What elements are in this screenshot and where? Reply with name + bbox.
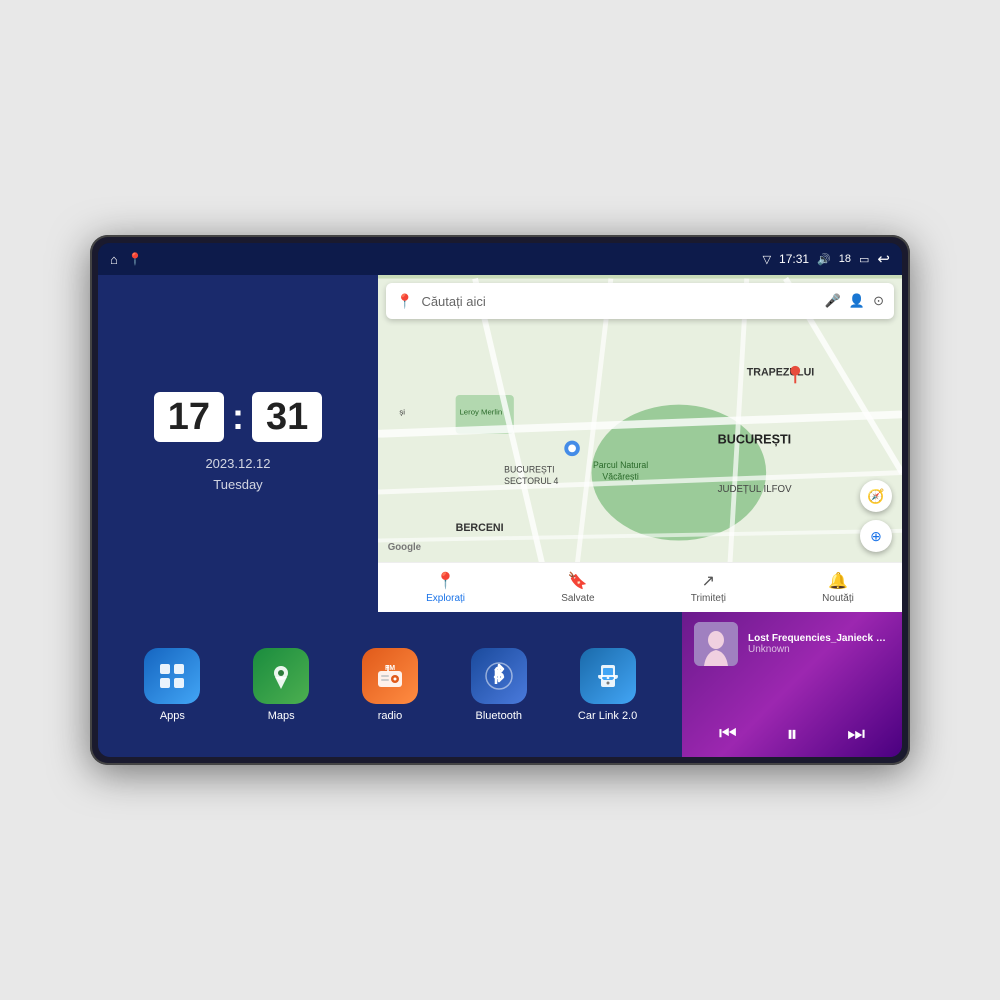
svg-text:FM: FM [385, 665, 395, 672]
bluetooth-icon: β [484, 661, 514, 691]
apps-section: Apps Maps [98, 612, 682, 757]
location-button[interactable]: ⊕ [860, 520, 892, 552]
music-info-row: Lost Frequencies_Janieck Devy-... Unknow… [694, 622, 890, 666]
apps-label: Apps [160, 710, 185, 722]
music-title: Lost Frequencies_Janieck Devy-... [748, 633, 890, 644]
map-search-text[interactable]: Căutați aici [421, 294, 816, 309]
clock-date-value: 2023.12.12 [205, 454, 270, 475]
volume-icon: 🔊 [817, 253, 831, 266]
main-content: 17 : 31 2023.12.12 Tuesday [98, 275, 902, 757]
svg-text:Văcărești: Văcărești [602, 471, 638, 481]
radio-icon: FM [375, 661, 405, 691]
clock-colon: : [232, 396, 244, 438]
radio-icon-wrapper: FM [362, 648, 418, 704]
app-item-apps[interactable]: Apps [140, 648, 205, 722]
status-right-info: ▽ 17:31 🔊 18 ▭ ↩ [763, 250, 890, 268]
app-item-carlink[interactable]: Car Link 2.0 [575, 648, 640, 722]
music-controls: ⏮ ⏸ ⏭ [694, 721, 890, 747]
send-icon: ↗ [702, 571, 715, 591]
radio-label: radio [378, 710, 402, 722]
top-row: 17 : 31 2023.12.12 Tuesday [98, 275, 902, 612]
bluetooth-label: Bluetooth [476, 710, 522, 722]
svg-text:SECTORUL 4: SECTORUL 4 [504, 476, 558, 486]
carlink-icon-wrapper [580, 648, 636, 704]
map-nav-explore[interactable]: 📍 Explorați [426, 571, 465, 604]
status-bar: ⌂ 📍 ▽ 17:31 🔊 18 ▭ ↩ [98, 243, 902, 275]
status-time: 17:31 [779, 252, 809, 266]
svg-text:Google: Google [388, 542, 422, 553]
map-background: TRAPEZULUI BUCUREȘTI JUDEȚUL ILFOV BERCE… [378, 275, 902, 612]
signal-icon: ▽ [763, 253, 771, 266]
music-next-button[interactable]: ⏭ [847, 723, 865, 746]
account-icon[interactable]: 👤 [849, 293, 865, 309]
clock-display: 17 : 31 [154, 392, 323, 442]
music-artist: Unknown [748, 644, 890, 655]
map-search-right: 🎤 👤 ⊙ [825, 293, 884, 309]
layer-icon[interactable]: ⊙ [873, 293, 884, 309]
svg-text:JUDEȚUL ILFOV: JUDEȚUL ILFOV [718, 484, 792, 495]
map-nav-news[interactable]: 🔔 Noutăți [822, 571, 854, 604]
svg-text:și: și [399, 407, 405, 416]
svg-text:Parcul Natural: Parcul Natural [593, 460, 648, 470]
music-art-svg [694, 622, 738, 666]
carlink-label: Car Link 2.0 [578, 710, 637, 722]
news-icon: 🔔 [828, 571, 848, 591]
map-bottom-nav: 📍 Explorați 🔖 Salvate ↗ Trimiteți [378, 562, 902, 612]
music-player: Lost Frequencies_Janieck Devy-... Unknow… [682, 612, 902, 757]
status-left-icons: ⌂ 📍 [110, 252, 143, 267]
apps-grid-icon [157, 661, 187, 691]
music-thumbnail [694, 622, 738, 666]
maps-icon-wrapper [253, 648, 309, 704]
music-play-pause-button[interactable]: ⏸ [786, 721, 797, 747]
maps-label: Maps [268, 710, 295, 722]
music-text-info: Lost Frequencies_Janieck Devy-... Unknow… [748, 633, 890, 655]
svg-text:β: β [493, 664, 504, 684]
bt-icon-wrapper: β [471, 648, 527, 704]
apps-icon-wrapper [144, 648, 200, 704]
battery-level: 18 [839, 253, 851, 265]
send-label: Trimiteți [691, 593, 726, 604]
news-label: Noutăți [822, 593, 854, 604]
music-thumbnail-art [694, 622, 738, 666]
home-icon[interactable]: ⌂ [110, 252, 118, 267]
clock-date: 2023.12.12 Tuesday [205, 454, 270, 496]
carlink-icon [593, 661, 623, 691]
clock-hours: 17 [154, 392, 224, 442]
explore-label: Explorați [426, 593, 465, 604]
map-nav-send[interactable]: ↗ Trimiteți [691, 571, 726, 604]
compass-button[interactable]: 🧭 [860, 480, 892, 512]
saved-icon: 🔖 [568, 571, 588, 591]
map-widget[interactable]: TRAPEZULUI BUCUREȘTI JUDEȚUL ILFOV BERCE… [378, 275, 902, 612]
bottom-row: Apps Maps [98, 612, 902, 757]
svg-text:BERCENI: BERCENI [456, 522, 504, 534]
saved-label: Salvate [561, 593, 594, 604]
app-item-maps[interactable]: Maps [249, 648, 314, 722]
map-pin-icon: 📍 [396, 293, 413, 310]
car-display-device: ⌂ 📍 ▽ 17:31 🔊 18 ▭ ↩ 17 : [90, 235, 910, 765]
map-search-bar[interactable]: 📍 Căutați aici 🎤 👤 ⊙ [386, 283, 894, 319]
app-item-bluetooth[interactable]: β Bluetooth [466, 648, 531, 722]
app-item-radio[interactable]: FM radio [357, 648, 422, 722]
maps-icon [266, 661, 296, 691]
back-icon[interactable]: ↩ [877, 250, 890, 268]
device-screen: ⌂ 📍 ▽ 17:31 🔊 18 ▭ ↩ 17 : [98, 243, 902, 757]
svg-text:BUCUREȘTI: BUCUREȘTI [718, 433, 792, 447]
svg-text:Leroy Merlin: Leroy Merlin [460, 407, 503, 416]
mic-icon[interactable]: 🎤 [825, 293, 841, 309]
music-prev-button[interactable]: ⏮ [719, 723, 737, 746]
battery-icon: ▭ [859, 253, 869, 266]
clock-widget: 17 : 31 2023.12.12 Tuesday [98, 275, 378, 612]
map-nav-saved[interactable]: 🔖 Salvate [561, 571, 594, 604]
maps-shortcut-icon[interactable]: 📍 [128, 252, 143, 266]
explore-icon: 📍 [436, 571, 456, 591]
svg-text:TRAPEZULUI: TRAPEZULUI [747, 367, 815, 379]
clock-day-value: Tuesday [205, 475, 270, 496]
clock-minutes: 31 [252, 392, 322, 442]
svg-text:BUCUREȘTI: BUCUREȘTI [504, 465, 554, 475]
